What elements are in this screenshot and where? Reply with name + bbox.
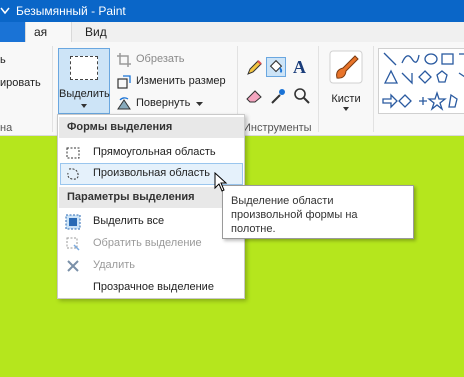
- tab-home-label: ая: [34, 25, 48, 39]
- rotate-icon: [117, 97, 131, 110]
- copy-button[interactable]: ировать: [0, 77, 41, 89]
- tab-view[interactable]: Вид: [72, 22, 115, 42]
- select-button[interactable]: Выделить: [58, 48, 110, 114]
- menu-item-label: Обратить выделение: [93, 237, 202, 249]
- window-title: Безымянный - Paint: [16, 4, 126, 18]
- menu-item-transparent-selection[interactable]: Прозрачное выделение: [60, 277, 243, 299]
- section-selection-shapes: Формы выделения: [59, 117, 244, 138]
- brushes-label: Кисти: [331, 93, 361, 105]
- tooltip: Выделение области произвольной формы на …: [222, 185, 414, 239]
- chevron-down-icon: [0, 7, 10, 15]
- select-button-label: Выделить: [59, 88, 110, 100]
- menu-item-label: Произвольная область: [93, 167, 211, 179]
- mouse-cursor-icon: [214, 172, 228, 192]
- eraser-tool[interactable]: [244, 86, 264, 106]
- menu-item-invert-selection[interactable]: Обратить выделение: [60, 233, 243, 255]
- chevron-down-icon: [81, 104, 87, 108]
- paint-bucket-icon: [269, 59, 283, 74]
- pencil-icon: [247, 60, 262, 75]
- tools-group-label: Инструменты: [243, 122, 312, 134]
- group-divider: [52, 46, 53, 132]
- text-tool[interactable]: A: [290, 57, 310, 78]
- shapes-icons: [382, 52, 464, 111]
- menu-item-label: Прямоугольная область: [93, 146, 216, 158]
- rotate-label: Повернуть: [136, 97, 191, 109]
- brush-icon: [329, 50, 363, 84]
- chevron-down-icon: [343, 107, 349, 111]
- title-bar: Безымянный - Paint: [0, 0, 464, 22]
- menu-item-delete[interactable]: Удалить: [60, 255, 243, 277]
- ribbon-tabs: ая Вид: [0, 22, 464, 42]
- brushes-button[interactable]: Кисти: [322, 48, 370, 114]
- rotate-button[interactable]: Повернуть: [116, 95, 206, 113]
- menu-item-select-all[interactable]: Выделить все: [60, 211, 243, 233]
- quick-access-dropdown[interactable]: [0, 0, 10, 22]
- eyedropper-icon: [271, 89, 285, 104]
- select-dropdown-menu: Формы выделения Прямоугольная область Пр…: [57, 114, 245, 299]
- eraser-icon: [246, 90, 262, 103]
- menu-item-label: Удалить: [93, 259, 135, 271]
- crop-label: Обрезать: [136, 53, 185, 65]
- menu-item-rectangular-selection[interactable]: Прямоугольная область: [60, 142, 243, 164]
- fill-tool[interactable]: [266, 57, 286, 77]
- text-icon: A: [293, 57, 306, 77]
- group-divider: [373, 46, 374, 132]
- menu-item-label: Прозрачное выделение: [93, 281, 214, 293]
- invert-selection-icon: [66, 237, 80, 251]
- tab-view-label: Вид: [85, 25, 107, 39]
- selection-rect-icon: [70, 56, 98, 80]
- tab-home[interactable]: ая: [25, 22, 72, 42]
- magnifier-icon: [294, 88, 310, 104]
- tab-file[interactable]: [0, 22, 25, 42]
- menu-item-label: Выделить все: [93, 215, 165, 227]
- chevron-down-icon: [196, 102, 203, 106]
- cut-button[interactable]: ь: [0, 54, 6, 66]
- group-divider: [318, 46, 319, 132]
- color-picker-tool[interactable]: [268, 86, 288, 106]
- resize-label: Изменить размер: [136, 75, 226, 87]
- pencil-tool[interactable]: [244, 58, 264, 78]
- crop-icon: [117, 53, 131, 67]
- resize-icon: [117, 75, 131, 89]
- clipboard-group-label: на: [0, 122, 13, 134]
- shapes-gallery[interactable]: [378, 48, 464, 114]
- delete-icon: [67, 260, 79, 272]
- magnifier-tool[interactable]: [292, 86, 312, 106]
- rectangle-selection-icon: [66, 147, 80, 159]
- select-all-icon: [65, 214, 81, 230]
- free-form-selection-icon: [67, 168, 79, 180]
